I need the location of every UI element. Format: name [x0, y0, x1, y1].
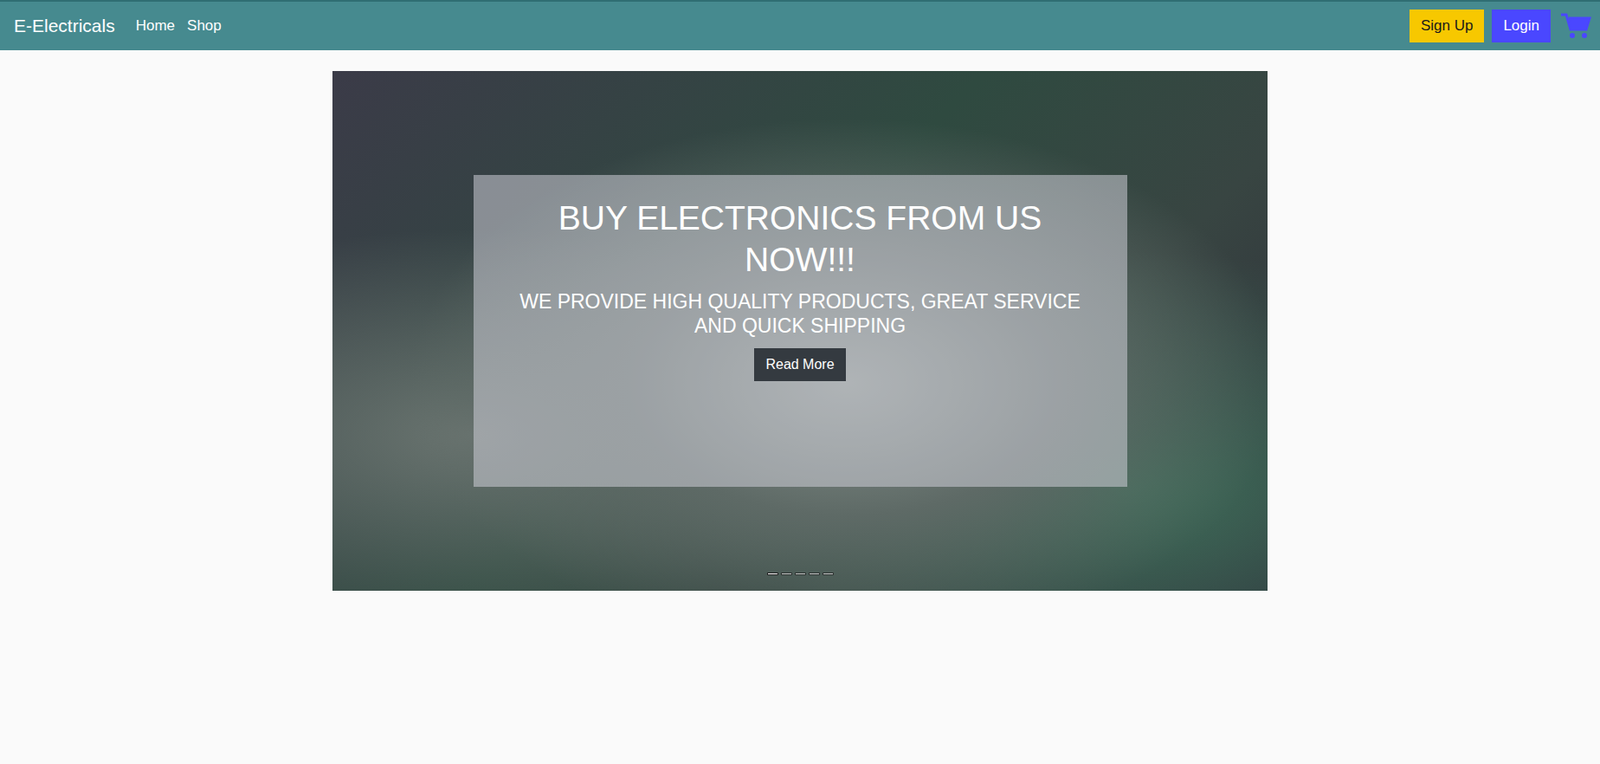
- carousel-indicator[interactable]: [794, 572, 807, 575]
- page: E-Electricals Home Shop Sign UpLogin BUY ELE…: [0, 0, 1600, 764]
- carousel-indicator[interactable]: [767, 572, 779, 575]
- cart-icon: [1560, 12, 1592, 40]
- carousel-indicator[interactable]: [808, 572, 820, 575]
- brand[interactable]: E-Electricals: [13, 15, 116, 37]
- login-button[interactable]: Login: [1491, 9, 1551, 43]
- navbar: E-Electricals Home Shop Sign UpLogin: [0, 1, 1600, 51]
- carousel-indicator[interactable]: [780, 572, 793, 575]
- carousel: BUY ELECTRONICS FROM US NOW!!! WE PROVIDE…: [332, 70, 1268, 591]
- nav-link[interactable]: Home: [135, 17, 175, 35]
- signup-button[interactable]: Sign Up: [1409, 9, 1484, 43]
- carousel-indicators: [332, 572, 1268, 575]
- carousel-indicator[interactable]: [822, 572, 834, 575]
- read-more-button[interactable]: Read More: [754, 348, 846, 381]
- cart-button[interactable]: [1558, 12, 1594, 40]
- caption-subtitle: WE PROVIDE HIGH QUALITY PRODUCTS, GREAT …: [504, 290, 1097, 338]
- nav-link[interactable]: Shop: [187, 17, 222, 35]
- main: BUY ELECTRONICS FROM US NOW!!! WE PROVIDE…: [0, 50, 1600, 591]
- carousel-caption: BUY ELECTRONICS FROM US NOW!!! WE PROVIDE…: [473, 174, 1128, 487]
- caption-title: BUY ELECTRONICS FROM US NOW!!!: [531, 197, 1069, 280]
